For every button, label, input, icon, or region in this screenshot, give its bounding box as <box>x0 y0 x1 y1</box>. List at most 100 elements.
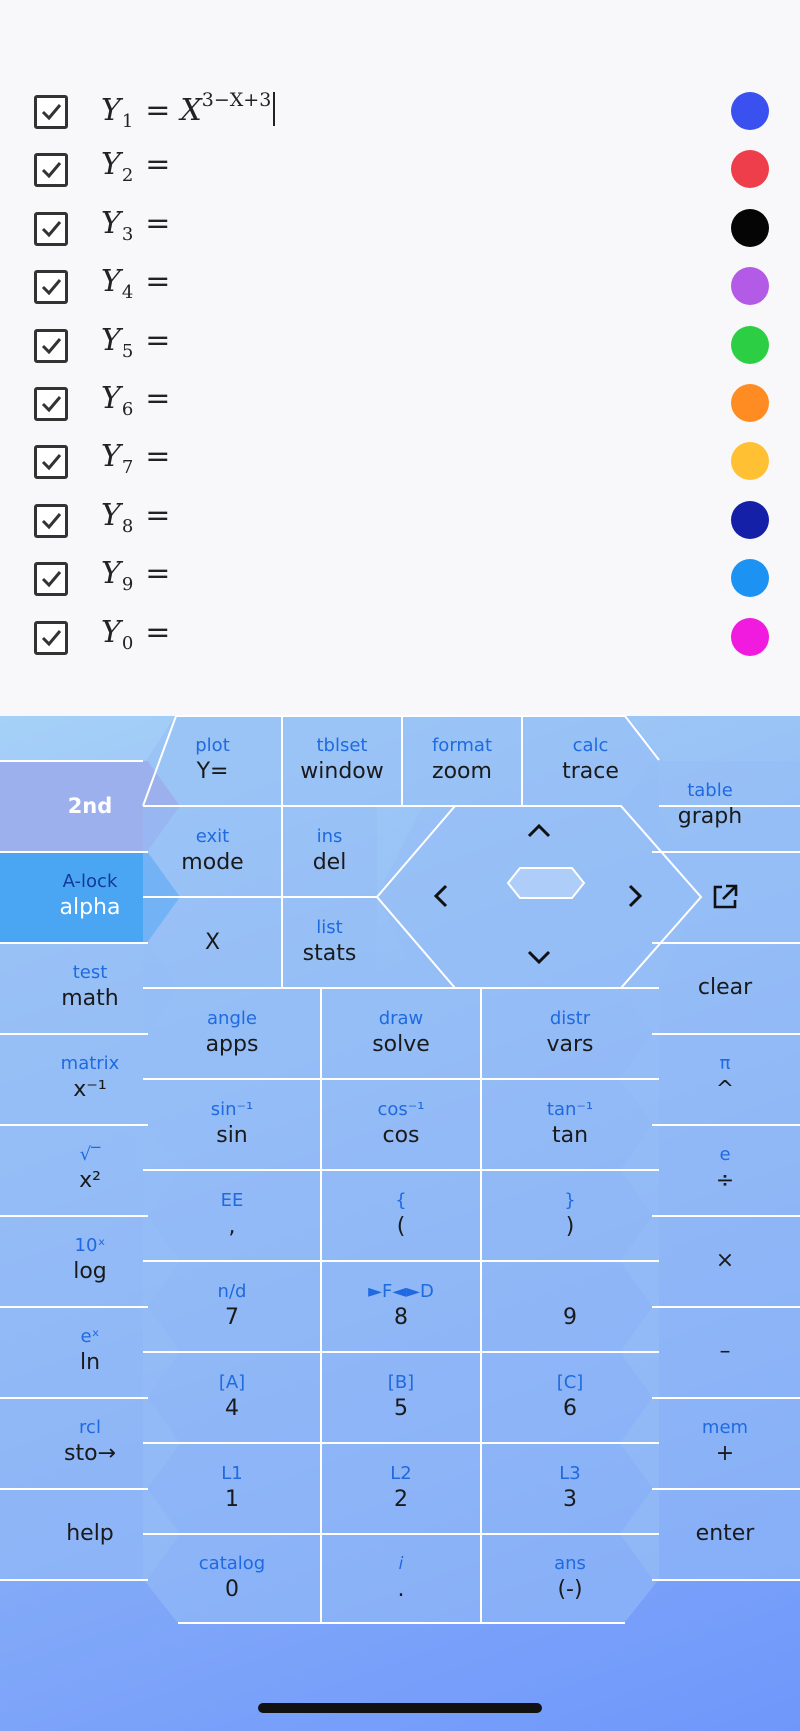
equation-row-y3[interactable]: Y3 = <box>0 202 800 260</box>
dpad-right-button[interactable] <box>624 881 646 918</box>
color-swatch[interactable] <box>731 442 769 481</box>
seven-key[interactable]: n/d 7 <box>143 1261 321 1352</box>
decimal-key[interactable]: 𝑖. <box>321 1534 481 1624</box>
equation-checkbox[interactable] <box>34 211 68 246</box>
equals-sign: = <box>145 264 171 300</box>
four-key[interactable]: [A] 4 <box>143 1352 321 1443</box>
equation-input[interactable]: Y6 = <box>101 381 170 420</box>
color-swatch[interactable] <box>731 384 769 422</box>
equation-input[interactable]: Y1 = X3−X+3 <box>101 89 276 132</box>
equation-input[interactable]: Y3 = <box>101 206 170 245</box>
home-indicator[interactable] <box>258 1703 542 1713</box>
equation-row-y9[interactable]: Y9 = <box>0 552 800 610</box>
five-key[interactable]: [B] 5 <box>321 1352 481 1443</box>
divide-key-second: e <box>719 1144 731 1165</box>
equation-checkbox[interactable] <box>34 270 68 305</box>
equation-row-y4[interactable]: Y4 = <box>0 260 800 318</box>
color-swatch[interactable] <box>731 150 769 189</box>
equation-checkbox[interactable] <box>34 620 68 655</box>
color-swatch[interactable] <box>731 617 769 656</box>
equation-row-y0[interactable]: Y0 = <box>0 611 800 669</box>
equation-checkbox[interactable] <box>34 153 68 188</box>
nine-key[interactable]: 9 <box>481 1261 659 1352</box>
equals-sign: = <box>145 381 171 416</box>
color-swatch[interactable] <box>731 559 769 598</box>
zero-key[interactable]: catalog 0 <box>143 1534 321 1624</box>
equation-input[interactable]: Y2 = <box>101 147 170 186</box>
two-key-label: 2 <box>394 1486 408 1512</box>
dpad-left-button[interactable] <box>430 881 452 918</box>
equation-row-y7[interactable]: Y7 = <box>0 435 800 493</box>
del-key[interactable]: ins del <box>282 806 377 897</box>
one-key[interactable]: L1 1 <box>143 1443 321 1534</box>
times-key-label: × <box>715 1248 735 1273</box>
three-key-label: 3 <box>563 1486 577 1512</box>
equation-subscript: 6 <box>121 399 134 420</box>
equation-subscript: 2 <box>121 165 134 187</box>
rparen-key[interactable]: }) <box>481 1170 659 1261</box>
checkmark-icon <box>41 454 62 471</box>
equation-row-y2[interactable]: Y2 = <box>0 143 800 201</box>
color-swatch[interactable] <box>731 325 769 364</box>
x-key-label: X <box>204 929 221 955</box>
tan-key[interactable]: tan⁻¹ tan <box>481 1079 659 1170</box>
sin-key[interactable]: sin⁻¹ sin <box>143 1079 321 1170</box>
equation-checkbox[interactable] <box>34 387 68 421</box>
color-swatch[interactable] <box>731 208 769 247</box>
equation-row-y6[interactable]: Y6 = <box>0 377 800 435</box>
equation-checkbox[interactable] <box>34 562 68 597</box>
plus-key-label: + <box>715 1441 735 1466</box>
equation-input[interactable]: Y8 = <box>101 498 170 537</box>
equation-checkbox[interactable] <box>34 328 68 363</box>
zoom-key-label: zoom <box>432 759 492 784</box>
equation-row-y8[interactable]: Y8 = <box>0 494 800 552</box>
three-key[interactable]: L3 3 <box>481 1443 659 1534</box>
equation-input[interactable]: Y0 = <box>101 615 170 654</box>
negative-key[interactable]: ans (-) <box>481 1534 659 1624</box>
mode-key[interactable]: exit mode <box>143 806 282 897</box>
dpad-up-button[interactable] <box>524 818 554 848</box>
two-key[interactable]: L2 2 <box>321 1443 481 1534</box>
equals-sign: = <box>145 439 171 475</box>
color-swatch[interactable] <box>731 92 769 130</box>
lparen-key[interactable]: {( <box>321 1170 481 1261</box>
checkmark-icon <box>41 220 62 238</box>
tan-key-label: tan <box>551 1122 589 1148</box>
zoom-key[interactable]: format zoom <box>402 716 522 806</box>
sin-key-second: sin⁻¹ <box>210 1098 254 1120</box>
ln-key-second: eˣ <box>80 1326 100 1347</box>
vars-key[interactable]: distr vars <box>481 988 659 1079</box>
equation-checkbox[interactable] <box>34 445 68 480</box>
equation-checkbox[interactable] <box>34 95 68 129</box>
apps-key-second: angle <box>207 1007 257 1029</box>
equals-sign: = <box>145 205 171 241</box>
equation-var: Y <box>101 439 121 475</box>
eight-key[interactable]: ►F◄►D 8 <box>321 1261 481 1352</box>
equation-input[interactable]: Y9 = <box>101 556 170 595</box>
graph-key-second: table <box>687 780 733 801</box>
negative-key-second: ans <box>554 1553 586 1574</box>
cos-key[interactable]: cos⁻¹ cos <box>321 1079 481 1170</box>
x-key[interactable]: X <box>143 897 282 988</box>
comma-key[interactable]: EE, <box>143 1170 321 1261</box>
color-swatch[interactable] <box>731 500 769 539</box>
equation-checkbox[interactable] <box>34 503 68 538</box>
dpad-down-button[interactable] <box>524 946 554 976</box>
color-swatch[interactable] <box>731 267 769 306</box>
equation-input[interactable]: Y5 = <box>101 323 170 362</box>
trace-key-second: calc <box>572 735 609 756</box>
window-key[interactable]: tblset window <box>282 716 402 806</box>
solve-key[interactable]: draw solve <box>321 988 481 1079</box>
stats-key[interactable]: list stats <box>282 897 377 988</box>
equation-row-y1[interactable]: Y1 = X3−X+3 <box>0 85 800 143</box>
checkmark-icon <box>41 162 62 179</box>
six-key[interactable]: [C] 6 <box>481 1352 659 1443</box>
equation-input[interactable]: Y7 = <box>101 439 170 478</box>
enter-key-label: enter <box>695 1521 755 1546</box>
apps-key[interactable]: angle apps <box>143 988 321 1079</box>
equation-input[interactable]: Y4 = <box>101 264 170 303</box>
equation-row-y5[interactable]: Y5 = <box>0 319 800 377</box>
square-key-label: x² <box>79 1168 101 1193</box>
equation-subscript: 3 <box>121 223 134 245</box>
mode-key-second: exit <box>195 825 230 847</box>
